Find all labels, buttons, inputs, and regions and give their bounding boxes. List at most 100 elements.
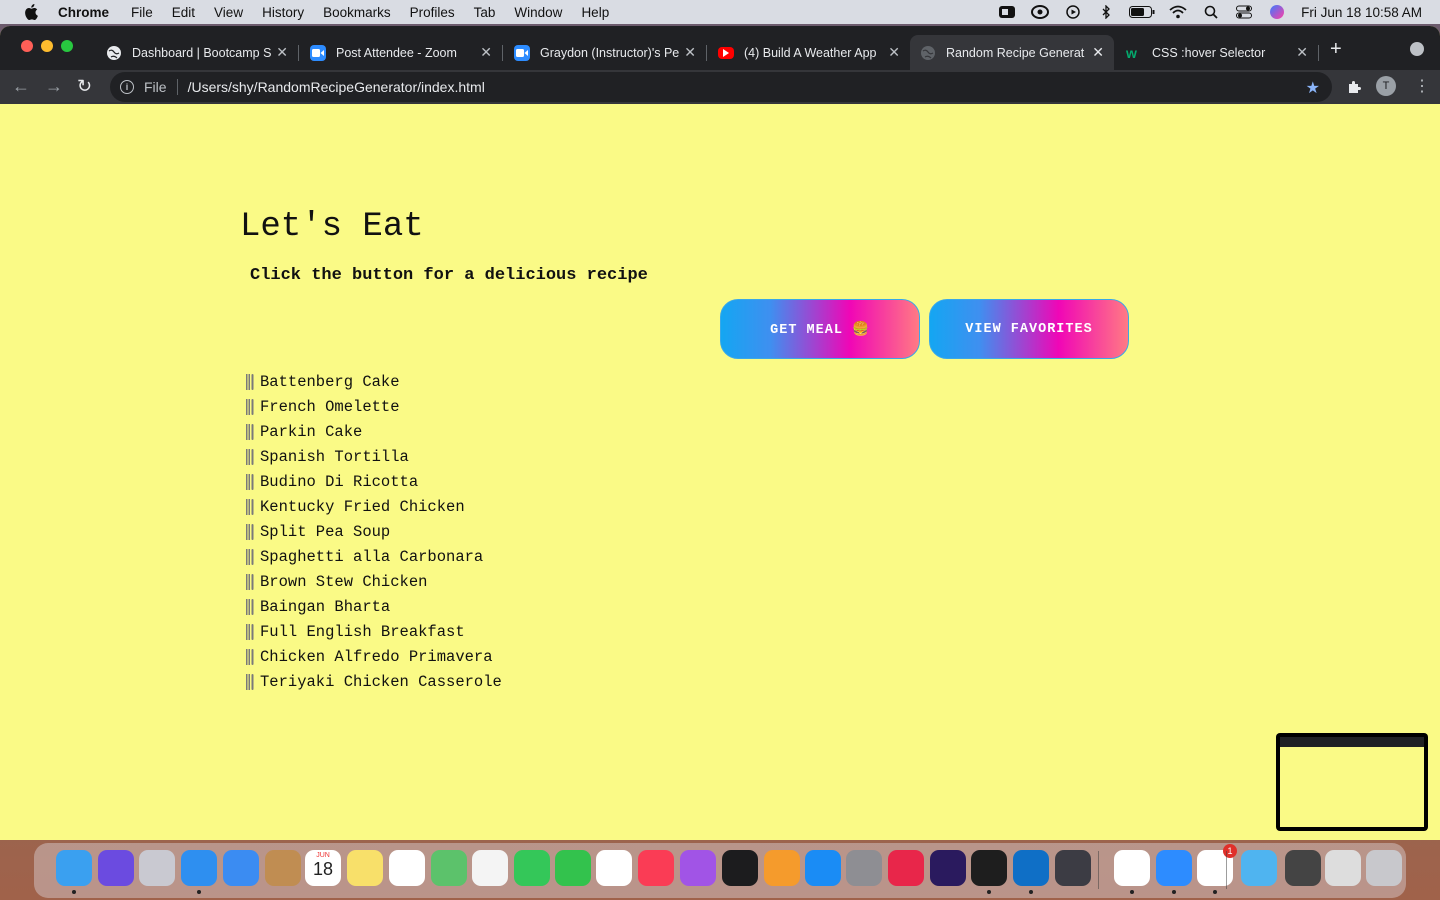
minimize-window-button[interactable] bbox=[41, 40, 53, 52]
downloads-folder-icon[interactable] bbox=[1241, 850, 1277, 886]
documents-stack-icon[interactable] bbox=[1325, 850, 1361, 886]
terminal-icon[interactable] bbox=[971, 850, 1007, 886]
podcasts-icon[interactable] bbox=[680, 850, 716, 886]
zoom-status-icon[interactable] bbox=[997, 4, 1017, 20]
menu-window[interactable]: Window bbox=[514, 5, 562, 20]
zoom-app-icon[interactable] bbox=[1156, 850, 1192, 886]
tab-title: Random Recipe Generat bbox=[946, 45, 1085, 60]
safari-icon[interactable] bbox=[181, 850, 217, 886]
close-tab-icon[interactable]: ✕ bbox=[480, 44, 492, 61]
tab-title: (4) Build A Weather App bbox=[744, 45, 877, 60]
back-arrow-icon[interactable]: ← bbox=[12, 76, 30, 97]
wifi-icon[interactable] bbox=[1168, 4, 1188, 20]
address-url[interactable]: /Users/shy/RandomRecipeGenerator/index.h… bbox=[188, 79, 485, 95]
trash-icon[interactable] bbox=[1366, 850, 1402, 886]
meal-list-item[interactable]: Budino Di Ricotta bbox=[245, 469, 502, 494]
close-tab-icon[interactable]: ✕ bbox=[1092, 44, 1104, 61]
reminders-icon[interactable] bbox=[389, 850, 425, 886]
meal-list-item[interactable]: Full English Breakfast bbox=[245, 619, 502, 644]
profile-avatar[interactable]: T bbox=[1376, 76, 1396, 96]
meal-list-item[interactable]: French Omelette bbox=[245, 394, 502, 419]
finder-icon[interactable] bbox=[56, 850, 92, 886]
menubar-clock[interactable]: Fri Jun 18 10:58 AM bbox=[1301, 5, 1422, 20]
quicktime-icon[interactable] bbox=[1055, 850, 1091, 886]
system-preferences-icon[interactable] bbox=[846, 850, 882, 886]
menu-edit[interactable]: Edit bbox=[172, 5, 195, 20]
control-center-icon[interactable] bbox=[1234, 4, 1254, 20]
vscode-icon[interactable] bbox=[1013, 850, 1049, 886]
meal-list-item[interactable]: Parkin Cake bbox=[245, 419, 502, 444]
creative-cloud-icon[interactable] bbox=[1030, 4, 1050, 20]
calendar-icon[interactable]: JUN 18 bbox=[305, 850, 341, 886]
tab-random-recipe-generator[interactable]: Random Recipe Generat ✕ bbox=[910, 35, 1114, 70]
menu-help[interactable]: Help bbox=[581, 5, 609, 20]
get-meal-button[interactable]: GET MEAL 🍔 bbox=[720, 299, 920, 359]
meal-list-item[interactable]: Teriyaki Chicken Casserole bbox=[245, 669, 502, 694]
meal-name: Spanish Tortilla bbox=[260, 447, 409, 466]
app-store-icon[interactable] bbox=[805, 850, 841, 886]
menu-file[interactable]: File bbox=[131, 5, 153, 20]
apple-icon[interactable] bbox=[20, 4, 42, 20]
new-tab-button[interactable]: + bbox=[1330, 38, 1342, 61]
mail-icon[interactable] bbox=[223, 850, 259, 886]
creative-cloud-app-icon[interactable] bbox=[888, 850, 924, 886]
tab-zoom-graydon[interactable]: Graydon (Instructor)'s Pe ✕ bbox=[504, 35, 707, 70]
menu-view[interactable]: View bbox=[214, 5, 243, 20]
forward-arrow-icon[interactable]: → bbox=[45, 76, 63, 97]
meal-list-item[interactable]: Spanish Tortilla bbox=[245, 444, 502, 469]
menu-tab[interactable]: Tab bbox=[474, 5, 496, 20]
floating-preview-window[interactable] bbox=[1276, 733, 1428, 831]
tab-zoom-post-attendee[interactable]: Post Attendee - Zoom ✕ bbox=[300, 35, 503, 70]
spotlight-search-icon[interactable] bbox=[1201, 4, 1221, 20]
premiere-pro-icon[interactable] bbox=[930, 850, 966, 886]
view-favorites-button[interactable]: VIEW FAVORITES bbox=[929, 299, 1129, 359]
battery-icon[interactable] bbox=[1129, 4, 1155, 20]
maps-icon[interactable] bbox=[431, 850, 467, 886]
menu-profiles[interactable]: Profiles bbox=[410, 5, 455, 20]
close-tab-icon[interactable]: ✕ bbox=[276, 44, 288, 61]
meal-list-item[interactable]: Spaghetti alla Carbonara bbox=[245, 544, 502, 569]
meal-list-item[interactable]: Brown Stew Chicken bbox=[245, 569, 502, 594]
siri-icon[interactable] bbox=[1267, 4, 1287, 20]
apple-tv-icon[interactable] bbox=[722, 850, 758, 886]
screenshots-stack-icon[interactable] bbox=[1285, 850, 1321, 886]
menu-app-name[interactable]: Chrome bbox=[58, 5, 109, 20]
meal-list-item[interactable]: Battenberg Cake bbox=[245, 369, 502, 394]
menu-history[interactable]: History bbox=[262, 5, 304, 20]
extensions-puzzle-icon[interactable] bbox=[1346, 79, 1362, 95]
reload-icon[interactable]: ↻ bbox=[77, 76, 92, 97]
photos-icon[interactable] bbox=[472, 850, 508, 886]
messages-icon[interactable] bbox=[514, 850, 550, 886]
tab-youtube-weather-app[interactable]: (4) Build A Weather App ✕ bbox=[708, 35, 910, 70]
siri-icon[interactable] bbox=[98, 850, 134, 886]
menu-bookmarks[interactable]: Bookmarks bbox=[323, 5, 391, 20]
info-icon[interactable]: i bbox=[120, 80, 134, 94]
meal-list-item[interactable]: Baingan Bharta bbox=[245, 594, 502, 619]
news-icon[interactable] bbox=[596, 850, 632, 886]
play-status-icon[interactable] bbox=[1063, 4, 1083, 20]
close-tab-icon[interactable]: ✕ bbox=[888, 44, 900, 61]
music-icon[interactable] bbox=[638, 850, 674, 886]
meal-list-item[interactable]: Kentucky Fried Chicken bbox=[245, 494, 502, 519]
notes-icon[interactable] bbox=[347, 850, 383, 886]
meal-name: Baingan Bharta bbox=[260, 597, 391, 616]
address-bar[interactable]: i File /Users/shy/RandomRecipeGenerator/… bbox=[110, 72, 1332, 102]
bookmark-star-icon[interactable]: ★ bbox=[1306, 78, 1320, 98]
close-window-button[interactable] bbox=[21, 40, 33, 52]
close-tab-icon[interactable]: ✕ bbox=[1296, 44, 1308, 61]
more-menu-icon[interactable]: ⋮ bbox=[1414, 76, 1430, 96]
tab-search-button[interactable] bbox=[1410, 42, 1424, 56]
zoom-window-button[interactable] bbox=[61, 40, 73, 52]
tab-css-hover-selector[interactable]: w CSS :hover Selector ✕ bbox=[1116, 35, 1319, 70]
meal-list-item[interactable]: Split Pea Soup bbox=[245, 519, 502, 544]
close-tab-icon[interactable]: ✕ bbox=[684, 44, 696, 61]
bluetooth-icon[interactable] bbox=[1096, 4, 1116, 20]
tab-dashboard[interactable]: Dashboard | Bootcamp S ✕ bbox=[96, 35, 299, 70]
books-icon[interactable] bbox=[764, 850, 800, 886]
slack-icon[interactable]: 1 bbox=[1197, 844, 1237, 886]
chrome-icon[interactable] bbox=[1114, 850, 1150, 886]
contacts-icon[interactable] bbox=[265, 850, 301, 886]
launchpad-icon[interactable] bbox=[139, 850, 175, 886]
meal-list-item[interactable]: Chicken Alfredo Primavera bbox=[245, 644, 502, 669]
facetime-icon[interactable] bbox=[555, 850, 591, 886]
